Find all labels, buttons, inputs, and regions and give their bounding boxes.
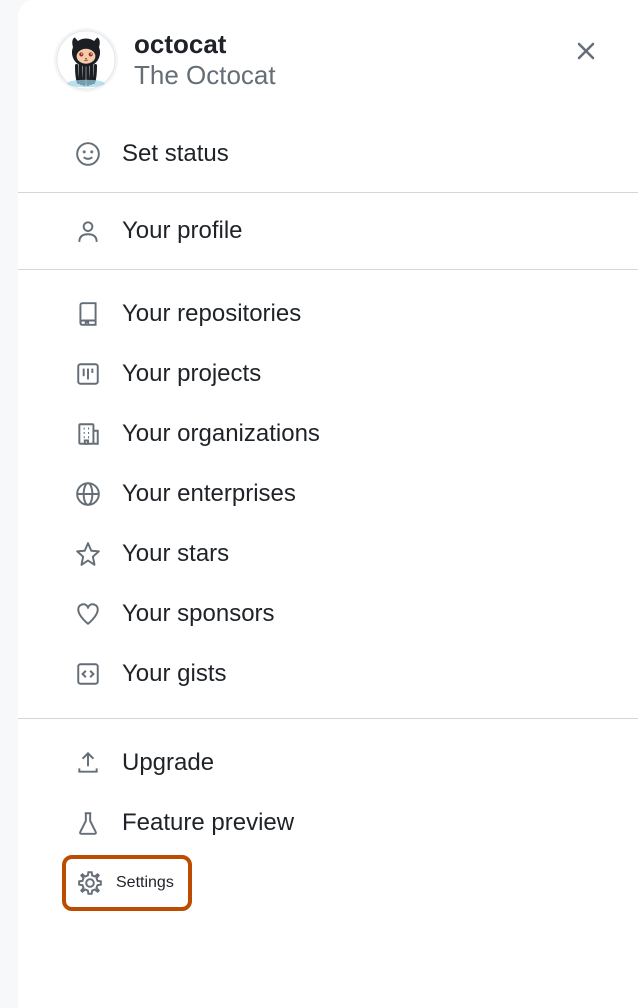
repo-icon — [74, 300, 102, 328]
code-square-icon — [74, 660, 102, 688]
stars-item[interactable]: Your stars — [18, 524, 638, 584]
profile-item[interactable]: Your profile — [18, 193, 638, 269]
organization-icon — [74, 420, 102, 448]
user-info: octocat The Octocat — [134, 29, 566, 91]
heart-icon — [74, 600, 102, 628]
repositories-item[interactable]: Your repositories — [18, 284, 638, 344]
octocat-avatar-icon — [56, 30, 116, 90]
projects-label: Your projects — [122, 360, 261, 388]
settings-label: Settings — [116, 874, 174, 892]
star-icon — [74, 540, 102, 568]
settings-item[interactable]: Settings — [62, 855, 192, 911]
repositories-label: Your repositories — [122, 300, 301, 328]
profile-label: Your profile — [122, 217, 243, 245]
upgrade-label: Upgrade — [122, 749, 214, 777]
feature-preview-item[interactable]: Feature preview — [18, 793, 638, 853]
display-name: The Octocat — [134, 60, 566, 91]
gists-label: Your gists — [122, 660, 227, 688]
smiley-icon — [74, 140, 102, 168]
organizations-label: Your organizations — [122, 420, 320, 448]
set-status-label: Set status — [122, 140, 229, 168]
organizations-item[interactable]: Your organizations — [18, 404, 638, 464]
person-icon — [74, 217, 102, 245]
avatar[interactable] — [54, 28, 118, 92]
stars-label: Your stars — [122, 540, 229, 568]
project-icon — [74, 360, 102, 388]
globe-icon — [74, 480, 102, 508]
gap — [18, 704, 638, 718]
projects-item[interactable]: Your projects — [18, 344, 638, 404]
sponsors-label: Your sponsors — [122, 600, 275, 628]
upload-icon — [74, 749, 102, 777]
gap — [18, 719, 638, 733]
enterprises-item[interactable]: Your enterprises — [18, 464, 638, 524]
enterprises-label: Your enterprises — [122, 480, 296, 508]
feature-preview-label: Feature preview — [122, 809, 294, 837]
set-status-item[interactable]: Set status — [18, 116, 638, 192]
user-menu-panel: octocat The Octocat Set status — [18, 0, 638, 1008]
gists-item[interactable]: Your gists — [18, 644, 638, 704]
sponsors-item[interactable]: Your sponsors — [18, 584, 638, 644]
close-icon — [574, 39, 598, 63]
gap — [18, 270, 638, 284]
menu-header: octocat The Octocat — [18, 28, 638, 116]
username: octocat — [134, 29, 566, 60]
gear-icon — [76, 869, 104, 897]
upgrade-item[interactable]: Upgrade — [18, 733, 638, 793]
close-button[interactable] — [566, 32, 606, 72]
beaker-icon — [74, 809, 102, 837]
